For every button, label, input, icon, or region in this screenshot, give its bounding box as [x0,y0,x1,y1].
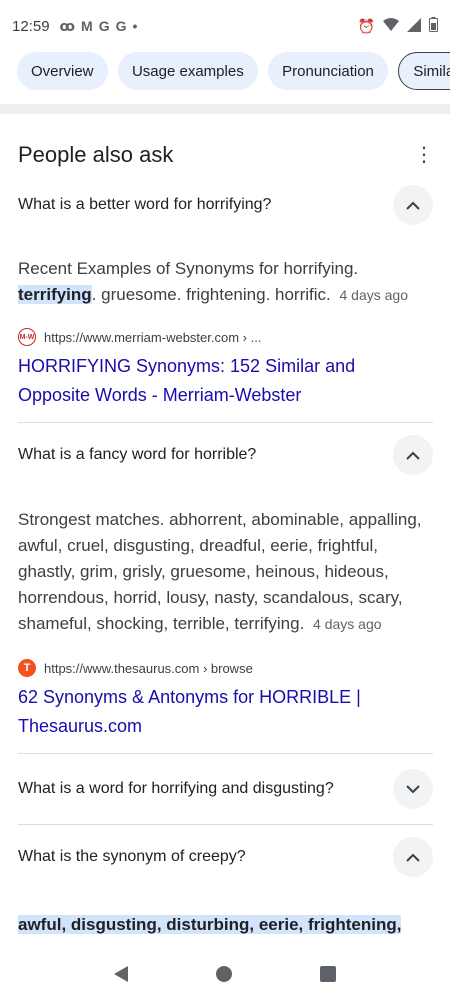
paa-header: People also ask ⋮ [0,114,450,174]
status-bar: 12:59 ꝏ M G G • ⏰ [0,0,450,52]
answer-text: awful, disgusting, disturbing, eerie, fr… [0,913,450,937]
chip-similar[interactable]: Simila [398,52,450,90]
chip-pronunciation[interactable]: Pronunciation [268,52,388,90]
people-also-ask: People also ask ⋮ What is a better word … [0,114,450,937]
chevron-up-icon[interactable] [393,185,433,225]
merriam-webster-icon: M-W [18,328,36,346]
voicemail-icon: ꝏ [59,17,76,34]
alarm-icon: ⏰ [357,17,375,34]
source-line[interactable]: M-W https://www.merriam-webster.com › ..… [0,328,450,346]
notification-icons: ꝏ M G G • [60,18,138,35]
source-url: https://www.thesaurus.com › browse [44,660,253,676]
question-text: What is the synonym of creepy? [18,848,246,865]
chevron-up-icon[interactable] [393,435,433,475]
question-text: What is a word for horrifying and disgus… [18,780,334,797]
tab-chips: Overview Usage examples Pronunciation Si… [0,52,450,98]
recents-icon[interactable] [320,966,336,982]
question-row[interactable]: What is the synonym of creepy? [0,825,450,889]
navigation-bar [0,948,450,1000]
chevron-down-icon[interactable] [393,769,433,809]
home-icon[interactable] [216,966,232,982]
more-options-icon[interactable]: ⋮ [414,145,434,165]
result-link[interactable]: HORRIFYING Synonyms: 152 Similar and Opp… [0,352,450,410]
source-url: https://www.merriam-webster.com › ... [44,329,262,345]
system-icons: ⏰ [358,17,438,35]
section-divider [0,104,450,114]
answer-text: Strongest matches. abhorrent, abominable… [18,510,422,633]
battery-icon [429,17,438,35]
question-row[interactable]: What is a better word for horrifying? [0,180,450,230]
question-row[interactable]: What is a word for horrifying and disgus… [0,754,450,824]
paa-title: People also ask [18,142,174,167]
chip-usage-examples[interactable]: Usage examples [117,52,258,90]
result-link[interactable]: 62 Synonyms & Antonyms for HORRIBLE | Th… [0,683,450,741]
answer-highlight: awful, disgusting, disturbing, eerie, fr… [18,915,402,934]
back-icon[interactable] [114,966,128,982]
answer-date: 4 days ago [339,287,408,303]
source-line[interactable]: T https://www.thesaurus.com › browse [0,659,450,677]
answer-highlight: terrifying [18,285,92,304]
signal-icon [407,17,421,35]
gmail-icon: M [81,18,93,34]
status-time: 12:59 [12,17,50,35]
thesaurus-icon: T [18,659,36,677]
answer-date: 4 days ago [313,616,382,632]
chevron-up-icon[interactable] [393,837,433,877]
wifi-icon [383,17,399,35]
question-text: What is a better word for horrifying? [18,196,272,213]
google-icon: G [98,18,110,34]
question-text: What is a fancy word for horrible? [18,446,257,463]
dot-icon: • [132,18,138,34]
google-icon: G [115,18,127,34]
answer-text: Recent Examples of Synonyms for horrifyi… [18,259,408,304]
question-row[interactable]: What is a fancy word for horrible? [0,423,450,487]
chip-overview[interactable]: Overview [17,52,108,90]
